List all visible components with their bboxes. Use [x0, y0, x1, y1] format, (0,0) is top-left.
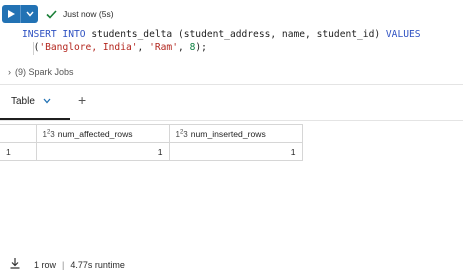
table-cell[interactable]: 1: [168, 142, 303, 161]
index-header: [0, 124, 37, 143]
tab-table[interactable]: Table: [11, 96, 51, 107]
result-tabs: Table +: [0, 88, 463, 120]
code-text: ,: [178, 42, 190, 53]
spark-jobs-label: (9) Spark Jobs: [15, 67, 74, 77]
code-keyword: VALUES: [385, 29, 421, 40]
chevron-down-icon[interactable]: [43, 96, 51, 107]
table-cell[interactable]: 1: [35, 142, 170, 161]
column-header-num-affected-rows[interactable]: 123 num_affected_rows: [35, 124, 170, 143]
chevron-down-icon: [25, 11, 34, 17]
indent-guide: [33, 42, 34, 55]
column-header-num-inserted-rows[interactable]: 123 num_inserted_rows: [168, 124, 303, 143]
row-index: 1: [0, 142, 37, 161]
code-line-2: ('Banglore, India', 'Ram', 8);: [22, 41, 421, 54]
table-header-row: 123 num_affected_rows 123 num_inserted_row…: [0, 124, 303, 143]
results-footer: 1 row | 4.77s runtime: [10, 258, 125, 271]
code-line-1: INSERT INTO students_delta (student_addr…: [22, 28, 421, 41]
code-string: 'Banglore, India': [39, 42, 138, 53]
code-string: 'Ram': [149, 42, 178, 53]
integer-type-icon: 123: [42, 128, 55, 139]
download-icon[interactable]: [10, 258, 20, 271]
chevron-right-icon: ›: [8, 67, 11, 77]
spark-jobs-toggle[interactable]: › (9) Spark Jobs: [8, 67, 74, 77]
footer-separator: |: [62, 259, 65, 270]
row-count: 1 row: [34, 259, 57, 270]
divider: [0, 84, 463, 85]
results-table: 123 num_affected_rows 123 num_inserted_row…: [0, 124, 303, 161]
cell-run-bar: Just now (5s): [2, 4, 114, 24]
code-text: students_delta (student_address, name, s…: [85, 29, 386, 40]
play-icon: [8, 10, 15, 18]
integer-type-icon: 123: [175, 128, 188, 139]
run-cell-button[interactable]: [2, 5, 20, 23]
run-status-text: Just now (5s): [63, 9, 114, 19]
runtime: 4.77s runtime: [70, 259, 125, 270]
code-text: ,: [137, 42, 150, 53]
table-row: 1 1 1: [0, 142, 303, 161]
tab-label: Table: [11, 96, 35, 107]
divider: [0, 120, 463, 121]
plus-icon[interactable]: +: [78, 92, 86, 108]
code-keyword: INSERT INTO: [22, 29, 86, 40]
code-editor[interactable]: INSERT INTO students_delta (student_addr…: [22, 28, 421, 54]
check-icon: [46, 8, 58, 20]
column-label: num_inserted_rows: [190, 128, 266, 139]
column-label: num_affected_rows: [57, 128, 133, 139]
code-text: );: [195, 42, 207, 53]
run-options-button[interactable]: [20, 5, 38, 23]
